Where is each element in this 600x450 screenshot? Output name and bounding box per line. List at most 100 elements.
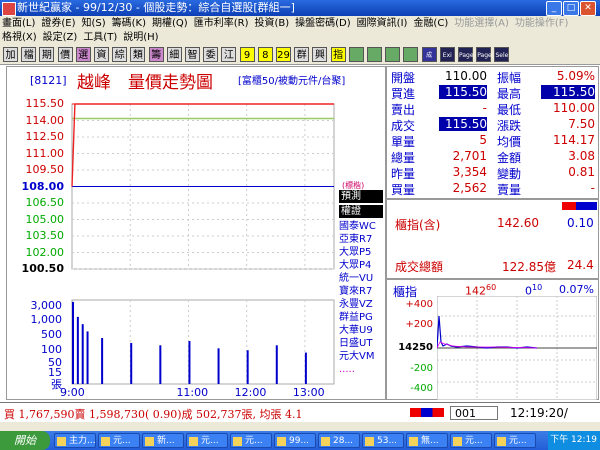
warrant-list-item[interactable]: 日盛UT [339,337,383,350]
volume-bar [130,342,133,384]
quote-row: 總量 2,701 金額 3.08 [389,149,597,165]
warrant-list-item[interactable]: 永豐VZ [339,298,383,311]
quote-label: 成交 [391,119,416,133]
price-series-line [71,103,334,187]
taskbar-button[interactable]: 元... [450,433,492,448]
quote-row: 成交 115.50 漲跌 7.50 [389,117,597,133]
quote-value: 0.81 [568,165,595,179]
mini-chart-tick: -400 [410,383,433,394]
volume-bar [101,338,104,384]
quote-value: 115.50 [439,85,487,99]
system-clock: 下午 12:19 [548,431,600,450]
quote-row: 開盤 110.00 振幅 5.09% [389,69,597,85]
quote-label: 漲跌 [497,119,522,133]
volume-bar [188,341,191,384]
taskbar-button[interactable]: 元... [494,433,536,448]
status-bar: 買 1,767,590賣 1,598,730( 0.90)成 502,737張,… [0,402,600,423]
quote-value: 110.00 [553,101,595,115]
turnover-label: 成交總額 [395,260,444,274]
turnover-change: 24.4 [567,258,594,272]
mini-chart-label: 櫃指 [393,285,418,299]
quote-value: 5 [479,133,487,147]
volume-bar [159,345,162,384]
quote-label: 單量 [391,135,416,149]
warrant-list-item[interactable]: 亞東R7 [339,233,383,246]
taskbar-button[interactable]: 元... [230,433,272,448]
quote-label: 昨量 [391,167,416,181]
quote-row: 買量 2,562 賣量 - [389,181,597,197]
mini-chart-plot [437,296,597,400]
quote-label: 振幅 [497,71,522,85]
taskbar-button[interactable]: 53... [362,433,404,448]
quote-label: 賣出 [391,103,416,117]
index-panel: 櫃指(含) 142.60 0.10 成交總額 122.85億 24.4 [386,199,599,279]
taskbar-button[interactable]: 元... [98,433,140,448]
warrant-list-item[interactable]: 統一VU [339,272,383,285]
warrant-list-item[interactable]: 群益PG [339,311,383,324]
quote-value: 5.09% [556,69,595,83]
mini-chart-tick: -200 [410,363,433,374]
quote-value: 7.50 [568,117,595,131]
quote-label: 買量 [391,183,416,197]
taskbar-button[interactable]: 新... [142,433,184,448]
quote-label: 金額 [497,151,522,165]
taskbar-button[interactable]: 無... [406,433,448,448]
quote-value: - [482,101,487,115]
start-button[interactable]: 開始 [0,431,50,450]
quote-value: 3.08 [568,149,595,163]
forecast-button[interactable]: 預測 [339,190,383,203]
quote-value: 115.50 [439,117,487,131]
mini-chart-tick: +400 [405,299,433,310]
volume-plot-border [71,299,335,385]
quote-value: 114.17 [553,133,595,147]
turnover-value: 122.85億 [502,260,556,274]
volume-bar [72,301,74,384]
quote-label: 總量 [391,151,416,165]
index-value: 142.60 [497,216,539,230]
warrant-list-item[interactable]: ..... [339,363,383,376]
quote-label: 變動 [497,167,522,181]
warrant-list-item[interactable]: 大華U9 [339,324,383,337]
volume-bar [86,331,89,384]
volume-bar [304,352,307,384]
quote-row: 買進 115.50 最高 115.50 [389,85,597,101]
mini-chart-tick: 14250 [398,342,433,353]
quote-label: 最低 [497,103,522,117]
taskbar-button[interactable]: 元... [186,433,228,448]
trade-summary: 買 1,767,590賣 1,598,730( 0.90)成 502,737張,… [4,408,303,421]
quote-value: 3,354 [452,165,487,179]
volume-bar [275,345,278,384]
status-spacer [0,422,600,431]
taskbar: 開始 主力... 元... 新... 元... 元... 99... 28... 53... 無… [0,431,600,450]
quote-value: 110.00 [445,69,487,83]
warrant-list-item[interactable]: 大眾P5 [339,246,383,259]
warrant-list-item[interactable]: 元大VM [339,350,383,363]
index-label: 櫃指(含) [395,218,441,232]
warrant-list-item[interactable]: 大眾P4 [339,259,383,272]
taskbar-button[interactable]: 主力... [54,433,96,448]
taskbar-button[interactable]: 99... [274,433,316,448]
quote-value: 2,701 [452,149,487,163]
volume-bar [217,348,220,384]
warrant-list-item[interactable]: 國泰WC [339,220,383,233]
warrant-button[interactable]: 權證 [339,205,383,218]
warrant-list-item[interactable]: 寶來R7 [339,285,383,298]
quote-label: 買進 [391,87,416,101]
mini-chart-tick: +200 [405,319,433,330]
clock-display: 12:19:20/ [510,406,568,420]
status-indicator [410,408,444,417]
quote-label: 賣量 [497,183,522,197]
quote-value: 2,562 [452,181,487,195]
quote-label: 最高 [497,87,522,101]
quote-value: 115.50 [541,85,595,99]
taskbar-button[interactable]: 28... [318,433,360,448]
quote-value: - [590,181,595,195]
volume-bar [81,324,84,384]
volume-bar [246,350,249,384]
index-change: 0.10 [567,216,594,230]
quote-label: 均價 [497,135,522,149]
command-input[interactable]: 001 [450,406,498,420]
quote-row: 昨量 3,354 變動 0.81 [389,165,597,181]
quote-panel: 開盤 110.00 振幅 5.09% 買進 115.50 最高 115.50 賣出 - 最低 110.… [386,66,599,199]
mini-chart-panel: 櫃指 14260 010 0.07% +400 +200 14250 -200 -400 [386,279,599,400]
